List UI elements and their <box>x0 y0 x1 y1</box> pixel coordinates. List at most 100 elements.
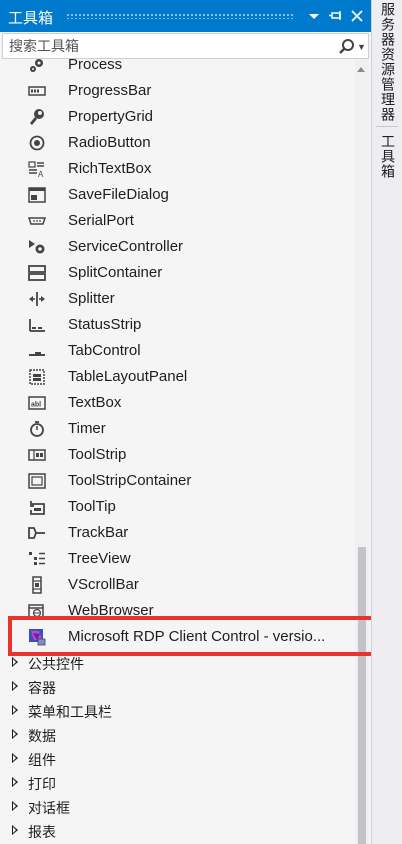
toolstripcontainer-icon <box>28 473 46 489</box>
service-icon <box>29 240 45 254</box>
toolbox-item-label: ToolStrip <box>68 446 127 463</box>
treeview-icon <box>29 552 45 565</box>
toolbox-panel: 工具箱 ▼ Process ProgressBar PropertyGrid <box>0 0 371 844</box>
toolbox-item-label: SerialPort <box>68 212 134 229</box>
svg-text:A: A <box>38 170 44 178</box>
toolbox-item-label: TextBox <box>68 394 122 411</box>
toolbox-item-richtextbox[interactable]: A RichTextBox <box>0 156 355 182</box>
category-printing[interactable]: 打印 <box>0 771 355 795</box>
toolbox-item-splitter[interactable]: Splitter <box>0 286 355 312</box>
category-data[interactable]: 数据 <box>0 723 355 747</box>
toolbox-item-label: ServiceController <box>68 238 184 255</box>
toolbox-item-treeview[interactable]: TreeView <box>0 546 355 572</box>
progressbar-icon <box>28 86 46 96</box>
trackbar-icon <box>28 527 45 539</box>
toolbox-item-label: StatusStrip <box>68 316 142 333</box>
toolbox-item-label: ProgressBar <box>68 82 152 99</box>
category-label: 报表 <box>28 824 56 840</box>
selection-highlight-box <box>8 616 376 656</box>
tabcontrol-icon <box>29 352 45 356</box>
pin-icon <box>329 11 341 20</box>
toolbox-item-label: ToolStripContainer <box>68 472 192 489</box>
serialport-icon <box>28 217 46 225</box>
toolbox-item-label: VScrollBar <box>68 576 139 593</box>
tab-toolbox[interactable]: 工具箱 <box>376 134 398 179</box>
tablelayout-icon <box>29 369 45 385</box>
richtext-icon: A <box>28 161 44 178</box>
toolbox-item-progressbar[interactable]: ProgressBar <box>0 78 355 104</box>
timer-icon <box>30 421 44 437</box>
toolbox-item-label: RadioButton <box>68 134 151 151</box>
gears-icon <box>30 59 43 72</box>
toolbox-item-statusstrip[interactable]: StatusStrip <box>0 312 355 338</box>
scroll-up-arrow-icon[interactable] <box>357 67 365 72</box>
close-button[interactable] <box>347 5 367 27</box>
toolbox-item-label: TreeView <box>68 550 131 567</box>
toolbox-item-trackbar[interactable]: TrackBar <box>0 520 355 546</box>
expand-triangle-icon[interactable] <box>12 729 18 739</box>
category-label: 对话框 <box>28 800 70 816</box>
toolbox-item-timer[interactable]: Timer <box>0 416 355 442</box>
expand-triangle-icon[interactable] <box>12 825 18 835</box>
toolbox-item-tabcontrol[interactable]: TabControl <box>0 338 355 364</box>
toolbox-item-splitcontainer[interactable]: SplitContainer <box>0 260 355 286</box>
category-menus-toolbars[interactable]: 菜单和工具栏 <box>0 699 355 723</box>
toolbox-item-textbox[interactable]: abl TextBox <box>0 390 355 416</box>
toolbox-item-servicecontroller[interactable]: ServiceController <box>0 234 355 260</box>
toolbox-item-label: SplitContainer <box>68 264 163 281</box>
expand-triangle-icon[interactable] <box>12 705 18 715</box>
expand-triangle-icon[interactable] <box>12 753 18 763</box>
toolbox-item-serialport[interactable]: SerialPort <box>0 208 355 234</box>
toolbox-title: 工具箱 <box>8 10 54 27</box>
category-components[interactable]: 组件 <box>0 747 355 771</box>
toolbox-item-label: TabControl <box>68 342 141 359</box>
toolbox-item-tooltip[interactable]: ToolTip <box>0 494 355 520</box>
category-reports[interactable]: 报表 <box>0 819 355 843</box>
expand-triangle-icon[interactable] <box>12 681 18 691</box>
toolbox-titlebar[interactable]: 工具箱 <box>0 0 371 32</box>
textbox-icon: abl <box>28 396 46 410</box>
tooltip-icon <box>30 501 45 515</box>
category-label: 菜单和工具栏 <box>28 704 112 720</box>
expand-triangle-icon[interactable] <box>12 777 18 787</box>
category-dialogs[interactable]: 对话框 <box>0 795 355 819</box>
toolbox-item-savefiledialog[interactable]: SaveFileDialog <box>0 182 355 208</box>
toolbox-item-toolstripcontainer[interactable]: ToolStripContainer <box>0 468 355 494</box>
search-options-dropdown[interactable]: ▼ <box>357 37 367 57</box>
expand-triangle-icon[interactable] <box>12 801 18 811</box>
pin-button[interactable] <box>326 5 346 27</box>
vscrollbar-icon <box>32 576 42 594</box>
toolbox-item-label: ToolTip <box>68 498 116 515</box>
wrench-icon <box>30 109 44 125</box>
save-dialog-icon <box>28 187 46 203</box>
titlebar-grip[interactable] <box>66 13 295 19</box>
category-containers[interactable]: 容器 <box>0 675 355 699</box>
toolbox-item-vscrollbar[interactable]: VScrollBar <box>0 572 355 598</box>
statusstrip-icon <box>29 319 45 332</box>
toolbox-item-toolstrip[interactable]: ToolStrip <box>0 442 355 468</box>
toolbox-item-tablelayoutpanel[interactable]: TableLayoutPanel <box>0 364 355 390</box>
toolbox-item-label: RichTextBox <box>68 160 152 177</box>
window-position-dropdown-button[interactable] <box>304 5 324 27</box>
radio-icon <box>29 135 45 151</box>
toolbox-scrollbar[interactable] <box>355 59 369 844</box>
toolbox-item-list: Process ProgressBar PropertyGrid RadioBu… <box>0 52 355 844</box>
toolbox-item-label: Process <box>68 56 123 73</box>
expand-triangle-icon[interactable] <box>12 657 18 667</box>
toolbox-item-propertygrid[interactable]: PropertyGrid <box>0 104 355 130</box>
toolbox-item-radiobutton[interactable]: RadioButton <box>0 130 355 156</box>
category-label: 数据 <box>28 728 56 744</box>
toolbox-item-process[interactable]: Process <box>0 52 355 78</box>
category-label: 公共控件 <box>28 656 84 672</box>
splitcontainer-icon <box>28 265 46 281</box>
toolbox-item-label: PropertyGrid <box>68 108 154 125</box>
tab-server-explorer[interactable]: 服务器资源管理器 <box>376 2 398 122</box>
close-icon <box>351 10 363 22</box>
toolbox-item-label: TrackBar <box>68 524 129 541</box>
category-label: 容器 <box>28 680 56 696</box>
toolbox-item-label: Timer <box>68 420 106 437</box>
scrollbar-thumb[interactable] <box>358 547 366 844</box>
category-label: 打印 <box>28 776 56 792</box>
toolbox-item-label: TableLayoutPanel <box>68 368 188 385</box>
chevron-down-icon <box>309 14 319 19</box>
